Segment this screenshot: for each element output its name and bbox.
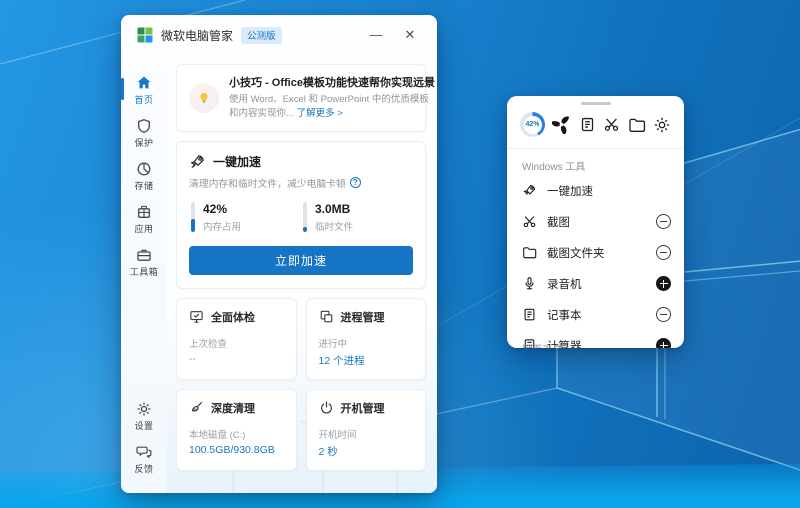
temp-files-value: 3.0MB xyxy=(315,201,351,216)
beta-badge: 公测版 xyxy=(241,26,282,44)
lightbulb-icon xyxy=(189,82,219,113)
process-icon xyxy=(320,310,332,323)
learn-more-link[interactable]: 了解更多 > xyxy=(297,108,343,119)
deep-clean-card[interactable]: 深度清理 本地磁盘 (C:) 100.5GB/930.8GB xyxy=(176,388,297,471)
health-check-card[interactable]: 全面体检 上次检查 -- xyxy=(176,297,297,380)
card-caption: 本地磁盘 (C:) xyxy=(189,429,246,441)
settings-gear-icon[interactable] xyxy=(653,116,671,134)
memory-progress-ring[interactable]: 42% xyxy=(520,112,545,137)
scissors-icon xyxy=(523,216,536,228)
power-icon xyxy=(320,401,332,414)
sidebar-item-home[interactable]: 首页 xyxy=(121,69,167,112)
panel-item-screenshot[interactable]: 截图 xyxy=(507,206,684,237)
close-button[interactable]: ✕ xyxy=(397,22,423,48)
sidebar-item-storage[interactable]: 存储 xyxy=(121,155,167,198)
banner-body: 使用 Word、Excel 和 PowerPoint 中的优质模板和内容实现你.… xyxy=(229,94,429,120)
info-icon[interactable]: ? xyxy=(349,177,361,188)
card-value: 2 秒 xyxy=(318,445,338,458)
panel-item-voice-recorder[interactable]: 录音机 xyxy=(507,268,684,299)
panel-item-boost[interactable]: 一键加速 xyxy=(507,175,684,206)
minimize-button[interactable]: — xyxy=(363,22,389,48)
microphone-icon xyxy=(525,277,534,290)
folder-icon[interactable] xyxy=(628,116,646,134)
boost-card: 一键加速 清理内存和临时文件，减少电脑卡顿 ? 42% 内存占用 3.0MB 临… xyxy=(176,140,426,289)
gear-icon xyxy=(137,402,151,416)
remove-item-button[interactable] xyxy=(656,307,671,322)
memory-label: 内存占用 xyxy=(203,221,242,233)
sidebar: 首页 保护 存储 应用 工具箱 设置 反馈 xyxy=(121,55,167,493)
sidebar-item-feedback[interactable]: 反馈 xyxy=(121,438,167,481)
remove-item-button[interactable] xyxy=(656,245,671,260)
notepad-icon[interactable] xyxy=(579,116,596,133)
memory-value: 42% xyxy=(203,201,228,216)
temp-files-stat: 3.0MB 临时文件 xyxy=(301,201,413,233)
shield-icon xyxy=(138,119,150,133)
sidebar-item-settings[interactable]: 设置 xyxy=(121,395,167,438)
sidebar-item-toolbox[interactable]: 工具箱 xyxy=(121,241,167,284)
app-box-icon xyxy=(138,205,150,218)
toolbox-float-panel: 42% Windows 工具 一键加速 截图 截图文件夹 录音机 记事本 计算器 xyxy=(507,96,684,348)
panel-section-web-tools: 网页工具 xyxy=(522,341,562,348)
toolbox-icon xyxy=(137,249,151,261)
panel-section-windows-tools: Windows 工具 xyxy=(522,162,586,173)
feedback-icon xyxy=(136,446,152,459)
drag-handle[interactable] xyxy=(580,102,611,105)
boost-title: 一键加速 xyxy=(213,154,262,169)
card-value: 12 个进程 xyxy=(318,354,365,367)
add-item-button[interactable] xyxy=(656,276,671,291)
card-caption: 开机时间 xyxy=(318,429,357,441)
sidebar-item-protection[interactable]: 保护 xyxy=(121,112,167,155)
panel-item-screenshot-folder[interactable]: 截图文件夹 xyxy=(507,237,684,268)
add-item-button[interactable] xyxy=(656,338,671,348)
broom-icon xyxy=(191,401,203,412)
memory-stat: 42% 内存占用 xyxy=(189,201,301,233)
folder-icon xyxy=(523,247,537,259)
pc-manager-window: 微软电脑管家 公测版 — ✕ 首页 保护 存储 应用 工具箱 设置 反馈 小技巧… xyxy=(121,15,437,493)
process-manager-card[interactable]: 进程管理 进行中 12 个进程 xyxy=(305,297,426,380)
card-value: -- xyxy=(189,352,196,365)
rocket-icon xyxy=(523,184,536,195)
temp-files-bar xyxy=(303,201,307,232)
panel-item-notepad[interactable]: 记事本 xyxy=(507,299,684,330)
health-check-icon xyxy=(190,311,203,323)
scissors-icon[interactable] xyxy=(603,116,620,133)
app-logo-icon xyxy=(137,27,153,43)
memory-bar xyxy=(191,201,195,232)
window-title: 微软电脑管家 xyxy=(161,28,234,43)
card-value: 100.5GB/930.8GB xyxy=(189,443,275,456)
boost-subtitle: 清理内存和临时文件，减少电脑卡顿 ? xyxy=(189,176,413,190)
banner-title: 小技巧 - Office模板功能快速帮你实现远景 xyxy=(229,77,435,89)
remove-item-button[interactable] xyxy=(656,214,671,229)
rocket-icon xyxy=(190,154,204,168)
notepad-icon xyxy=(524,308,535,321)
home-icon xyxy=(137,76,151,89)
windows-desktop: 微软电脑管家 公测版 — ✕ 首页 保护 存储 应用 工具箱 设置 反馈 小技巧… xyxy=(0,0,800,508)
pinwheel-icon[interactable] xyxy=(552,115,571,134)
temp-files-label: 临时文件 xyxy=(315,221,354,233)
boost-now-button[interactable]: 立即加速 xyxy=(189,245,413,275)
card-caption: 上次检查 xyxy=(189,338,228,350)
home-content: 小技巧 - Office模板功能快速帮你实现远景 使用 Word、Excel 和… xyxy=(167,55,437,493)
titlebar: 微软电脑管家 公测版 — ✕ xyxy=(121,15,437,55)
pie-chart-icon xyxy=(137,162,151,176)
sidebar-item-apps[interactable]: 应用 xyxy=(121,198,167,241)
card-caption: 进行中 xyxy=(318,338,348,350)
tip-banner[interactable]: 小技巧 - Office模板功能快速帮你实现远景 使用 Word、Excel 和… xyxy=(176,64,435,132)
startup-manager-card[interactable]: 开机管理 开机时间 2 秒 xyxy=(305,388,426,471)
